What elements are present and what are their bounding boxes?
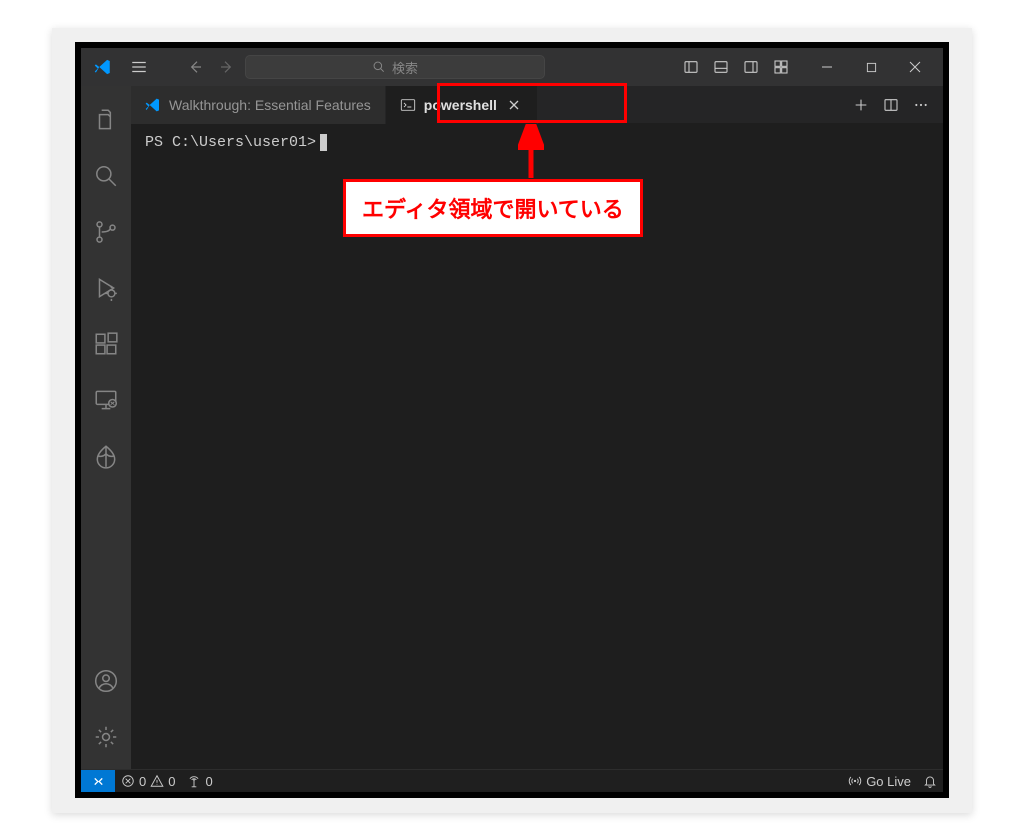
error-icon [121,774,135,788]
terminal-editor[interactable]: PS C:\Users\user01> エデ [131,124,943,769]
tab-walkthrough-label: Walkthrough: Essential Features [169,97,371,113]
go-live-label: Go Live [866,774,911,789]
radio-tower-icon [187,774,201,788]
maximize-button[interactable] [849,48,893,86]
close-window-button[interactable] [893,48,937,86]
go-live-button[interactable]: Go Live [842,770,917,792]
bell-icon [923,774,937,788]
testing-icon[interactable] [82,432,130,480]
menu-button[interactable] [125,53,153,81]
activity-bar [81,86,131,769]
problems-button[interactable]: 0 0 [115,770,181,792]
settings-gear-icon[interactable] [82,713,130,761]
workbench-body: Walkthrough: Essential Features powershe… [81,86,943,769]
editor-group: Walkthrough: Essential Features powershe… [131,86,943,769]
error-count: 0 [139,774,146,789]
extensions-icon[interactable] [82,320,130,368]
remote-explorer-icon[interactable] [82,376,130,424]
search-icon [372,60,386,74]
new-file-button[interactable] [849,93,873,117]
more-actions-button[interactable] [909,93,933,117]
annotation-highlight-box [437,83,627,123]
command-center-search[interactable]: 検索 [245,55,545,79]
minimize-button[interactable] [805,48,849,86]
port-count: 0 [205,774,212,789]
search-sidebar-icon[interactable] [82,152,130,200]
terminal-prompt: PS C:\Users\user01> [145,134,316,151]
annotation-text: エディタ領域で開いている [362,199,624,224]
vscode-icon [145,97,161,113]
warning-icon [150,774,164,788]
warning-count: 0 [168,774,175,789]
split-editor-button[interactable] [879,93,903,117]
terminal-icon [400,97,416,113]
nav-forward-button[interactable] [213,53,241,81]
customize-layout-icon[interactable] [767,53,795,81]
run-debug-icon[interactable] [82,264,130,312]
source-control-icon[interactable] [82,208,130,256]
tab-walkthrough[interactable]: Walkthrough: Essential Features [131,86,386,124]
toggle-primary-side-bar-icon[interactable] [677,53,705,81]
accounts-icon[interactable] [82,657,130,705]
status-bar: 0 0 0 Go Live [81,769,943,792]
nav-back-button[interactable] [181,53,209,81]
vscode-window: 検索 [75,42,949,798]
search-placeholder: 検索 [392,58,418,77]
notifications-button[interactable] [917,770,943,792]
toggle-secondary-side-bar-icon[interactable] [737,53,765,81]
vscode-logo-icon [91,55,115,79]
titlebar: 検索 [81,48,943,86]
annotation-callout: エディタ領域で開いている [343,179,643,237]
terminal-cursor [320,134,327,151]
broadcast-icon [848,774,862,788]
toggle-panel-icon[interactable] [707,53,735,81]
annotation-arrow-icon [518,124,544,182]
ports-button[interactable]: 0 [181,770,218,792]
remote-button[interactable] [81,770,115,792]
explorer-icon[interactable] [82,96,130,144]
